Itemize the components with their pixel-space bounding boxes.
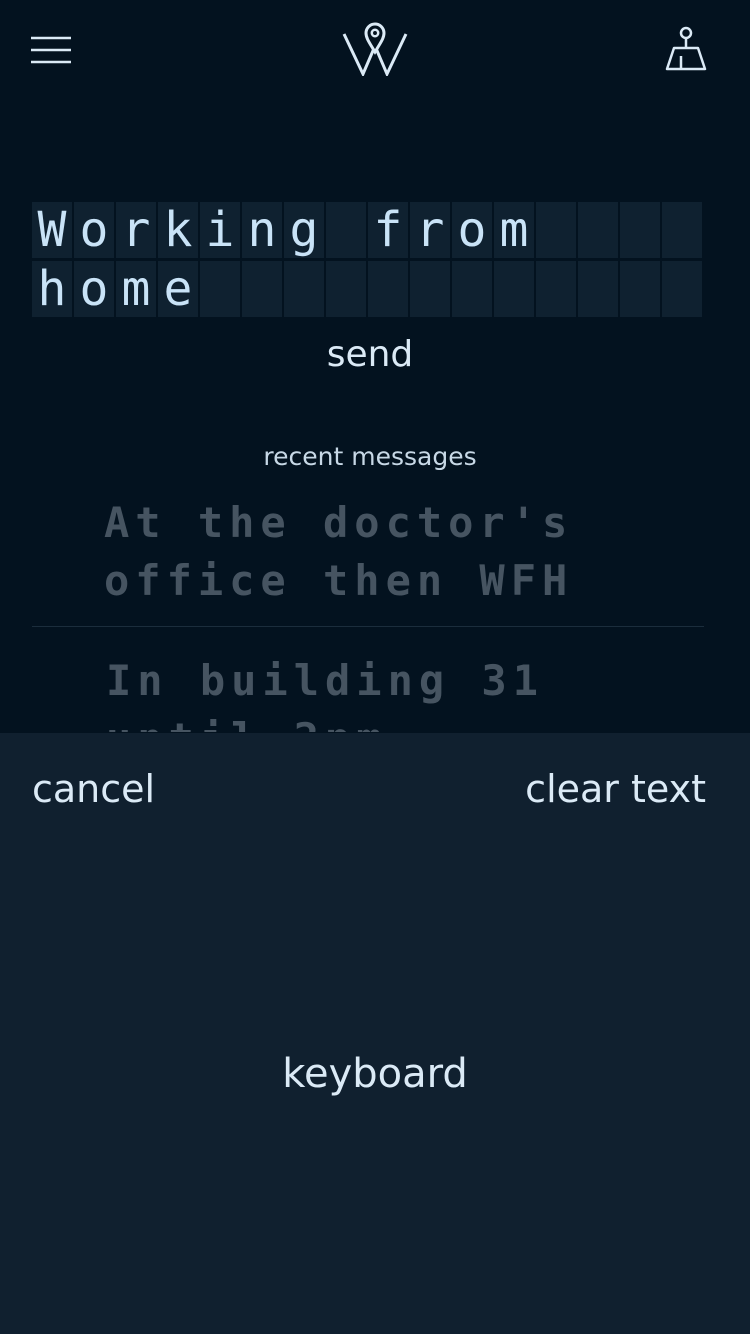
board-cell[interactable] (662, 261, 702, 317)
message-board-input[interactable]: Working fromhome (32, 202, 707, 320)
board-row: home (32, 261, 707, 317)
hamburger-menu-icon[interactable] (30, 36, 72, 64)
divider (32, 626, 704, 627)
board-cell[interactable] (242, 261, 282, 317)
board-cell[interactable]: e (158, 261, 198, 317)
message-line: In building 31 (106, 656, 545, 705)
board-cell[interactable]: m (116, 261, 156, 317)
board-cell[interactable] (326, 202, 366, 258)
board-cell[interactable]: o (74, 202, 114, 258)
board-cell[interactable] (326, 261, 366, 317)
board-cell[interactable] (452, 261, 492, 317)
board-cell[interactable] (200, 261, 240, 317)
board-cell[interactable] (620, 261, 660, 317)
recent-messages-heading: recent messages (263, 442, 477, 471)
board-cell[interactable] (494, 261, 534, 317)
top-bar (0, 0, 750, 100)
board-cell[interactable]: k (158, 202, 198, 258)
recent-message-item[interactable]: At the doctor's office then WFH (104, 494, 664, 610)
clear-text-button[interactable]: clear text (525, 767, 706, 811)
keyboard-placeholder[interactable]: keyboard (0, 1051, 750, 1097)
send-button[interactable]: send (0, 334, 740, 375)
location-pin-w-logo-icon[interactable] (341, 22, 409, 76)
board-cell[interactable] (536, 202, 576, 258)
message-line: until 2pm (106, 714, 388, 732)
board-cell[interactable]: g (284, 202, 324, 258)
board-cell[interactable]: n (242, 202, 282, 258)
board-cell[interactable] (578, 261, 618, 317)
board-cell[interactable]: o (452, 202, 492, 258)
board-cell[interactable]: f (368, 202, 408, 258)
board-row: Working from (32, 202, 707, 258)
board-cell[interactable]: h (32, 261, 72, 317)
board-cell[interactable] (620, 202, 660, 258)
message-line: At the doctor's (104, 498, 574, 547)
cancel-button[interactable]: cancel (32, 767, 155, 811)
board-cell[interactable] (284, 261, 324, 317)
board-cell[interactable] (368, 261, 408, 317)
board-cell[interactable]: r (116, 202, 156, 258)
board-cell[interactable] (662, 202, 702, 258)
board-cell[interactable] (410, 261, 450, 317)
message-line: office then WFH (104, 556, 574, 605)
board-cell[interactable]: W (32, 202, 72, 258)
board-cell[interactable]: m (494, 202, 534, 258)
status-light-icon[interactable] (664, 26, 708, 72)
board-cell[interactable]: r (410, 202, 450, 258)
keyboard-sheet: cancel clear text keyboard (0, 733, 750, 1334)
board-cell[interactable] (536, 261, 576, 317)
board-cell[interactable]: o (74, 261, 114, 317)
recent-message-item[interactable]: In building 31 until 2pm (106, 652, 666, 732)
board-cell[interactable] (578, 202, 618, 258)
board-cell[interactable]: i (200, 202, 240, 258)
